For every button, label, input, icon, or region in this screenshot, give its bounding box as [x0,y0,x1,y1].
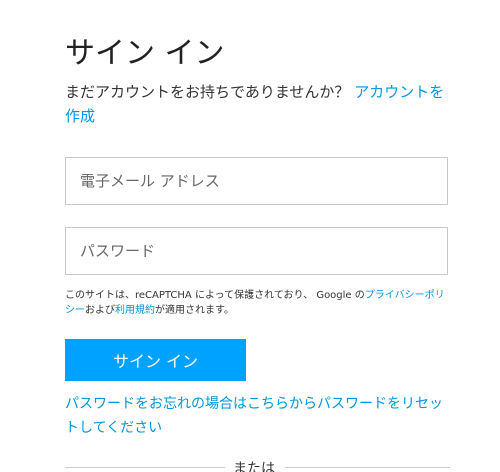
reset-password-container: パスワードをお忘れの場合はこちらからパスワードをリセットしてください [65,392,450,440]
email-field[interactable] [65,157,448,205]
recaptcha-text-middle: および [85,305,115,316]
page-title: サイン イン [65,36,225,71]
recaptcha-text-after: が適用されます。 [155,305,234,316]
divider-line-left [65,467,225,468]
password-field[interactable] [65,227,448,275]
signup-prompt-text: まだアカウントをお持ちでありませんか？ [65,83,350,101]
recaptcha-notice: このサイトは、reCAPTCHA によって保護されており、 Google のプラ… [65,288,450,318]
terms-of-service-link[interactable]: 利用規約 [115,305,155,316]
recaptcha-text-before: このサイトは、reCAPTCHA によって保護されており、 Google の [65,290,365,301]
or-divider: または [65,454,450,472]
sign-in-button[interactable]: サイン イン [65,339,246,381]
divider-line-right [285,467,450,468]
sign-in-panel: サイン イン まだアカウントをお持ちでありませんか？ アカウントを作成 このサイ… [0,0,500,472]
divider-or-text: または [233,461,275,472]
signup-prompt: まだアカウントをお持ちでありませんか？ アカウントを作成 [65,80,450,128]
reset-password-link[interactable]: パスワードをお忘れの場合はこちらからパスワードをリセットしてください [65,396,443,436]
